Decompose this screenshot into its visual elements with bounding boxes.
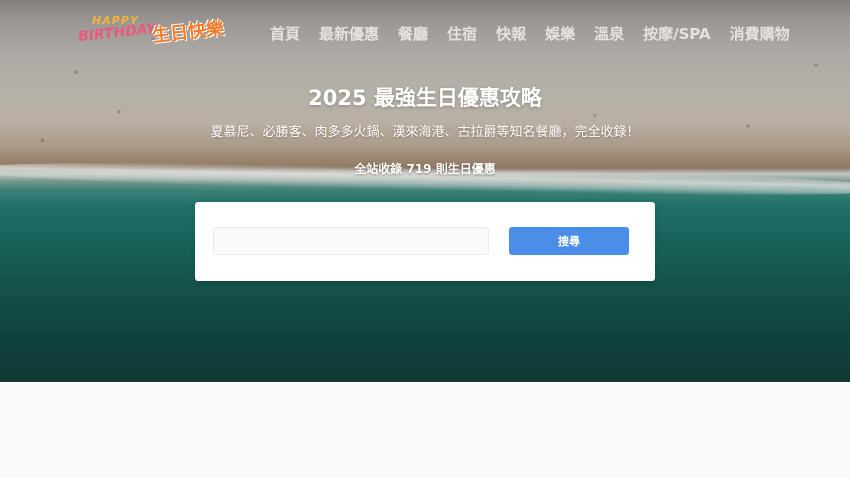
hero-subtitle: 夏慕尼、必勝客、肉多多火鍋、漢來海港、古拉爵等知名餐廳，完全收錄！: [210, 125, 640, 140]
nav-item-shopping[interactable]: 消費購物: [730, 23, 790, 44]
logo-chinese-text: 生日快樂: [151, 18, 226, 47]
site-logo[interactable]: HAPPY BIRTHDAY 生日快樂: [77, 14, 228, 54]
search-card: 搜尋: [195, 202, 655, 281]
search-button[interactable]: 搜尋: [509, 227, 629, 255]
main-menu: 首頁 最新優惠 餐廳 住宿 快報 娛樂 溫泉 按摩/SPA 消費購物: [270, 23, 809, 44]
hero-banner: HAPPY BIRTHDAY 生日快樂 首頁 最新優惠 餐廳 住宿 快報 娛樂 …: [0, 0, 850, 382]
nav-item-home[interactable]: 首頁: [270, 23, 300, 44]
search-input[interactable]: [213, 227, 489, 255]
nav-item-hot-springs[interactable]: 溫泉: [594, 23, 624, 44]
nav-item-restaurants[interactable]: 餐廳: [398, 23, 428, 44]
deals-count: 全站收錄 719 則生日優惠: [354, 162, 496, 176]
nav-item-accommodation[interactable]: 住宿: [447, 23, 477, 44]
logo-birthday-text: BIRTHDAY: [77, 20, 157, 46]
nav-item-latest-deals[interactable]: 最新優惠: [319, 23, 379, 44]
nav-item-news[interactable]: 快報: [496, 23, 526, 44]
top-navigation: HAPPY BIRTHDAY 生日快樂 首頁 最新優惠 餐廳 住宿 快報 娛樂 …: [0, 0, 850, 70]
nav-item-massage-spa[interactable]: 按摩/SPA: [643, 23, 711, 44]
page-title: 2025 最強生日優惠攻略: [308, 86, 542, 110]
nav-item-entertainment[interactable]: 娛樂: [545, 23, 575, 44]
